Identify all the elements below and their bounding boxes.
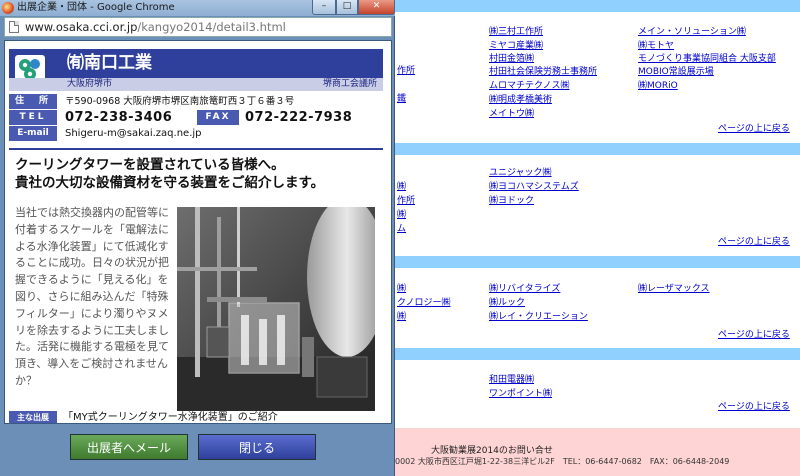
exhibitor-link[interactable]: ㈱ヨドック bbox=[489, 196, 534, 206]
page-icon bbox=[9, 21, 19, 33]
email-label: E-mail bbox=[9, 126, 57, 141]
chrome-icon bbox=[2, 2, 14, 14]
section-band bbox=[395, 0, 800, 12]
exhibit-row: 主な出展 「MY式クーリングタワー水浄化装置」のご紹介 bbox=[9, 411, 383, 423]
back-to-top-link[interactable]: ページの上に戻る bbox=[718, 124, 790, 134]
exhibitor-link[interactable]: メイン・ソリューション㈱ bbox=[638, 27, 746, 37]
exhibitor-link[interactable]: ㈱ bbox=[397, 182, 406, 192]
exhibitor-link[interactable]: モノづくり事業協同組合 大阪支部 bbox=[638, 54, 776, 64]
exhibitor-link[interactable]: ㈱レーザマックス bbox=[638, 284, 710, 294]
back-to-top-link[interactable]: ページの上に戻る bbox=[718, 237, 790, 247]
exhibitor-link[interactable]: 和田電器㈱ bbox=[489, 375, 534, 385]
maximize-button[interactable]: □ bbox=[336, 0, 358, 15]
back-to-top-link[interactable]: ページの上に戻る bbox=[718, 402, 790, 412]
exhibitor-link[interactable]: 作所 bbox=[397, 66, 415, 76]
exhibitor-link[interactable]: 村田社会保険労務士事務所 bbox=[489, 67, 597, 77]
footer-title: 大阪勧業展2014のお問い合せ bbox=[431, 446, 553, 456]
tel-row: TEL 072-238-3406 FAX 072-222-7938 bbox=[9, 110, 383, 125]
window-titlebar[interactable]: 出展企業・団体 - Google Chrome – □ ✕ bbox=[0, 0, 395, 16]
tel-label: TEL bbox=[9, 110, 57, 125]
exhibitor-link[interactable]: ㈱モトヤ bbox=[638, 41, 674, 51]
close-window-button[interactable]: ✕ bbox=[358, 0, 395, 15]
url-path: /kangyo2014/detail3.html bbox=[137, 20, 286, 34]
article-headline: クーリングタワーを設置されている皆様へ。 貴社の大切な設備資材を守る装置をご紹介… bbox=[15, 156, 383, 192]
chamber-text: 堺商工会議所 bbox=[322, 79, 377, 89]
page-footer: 大阪勧業展2014のお問い合せ 0002 大阪市西区江戸堀1-22-38三洋ビル… bbox=[395, 428, 800, 476]
exhibitor-link[interactable]: ユニジャック㈱ bbox=[489, 168, 552, 178]
exhibitor-link[interactable]: ㈱MORiO bbox=[638, 81, 678, 91]
region-text: 大阪府堺市 bbox=[67, 79, 113, 89]
url-text[interactable]: www.osaka.cci.or.jp/kangyo2014/detail3.h… bbox=[25, 21, 286, 34]
fax-label: FAX bbox=[197, 110, 239, 125]
headline-line-1: クーリングタワーを設置されている皆様へ。 bbox=[15, 157, 285, 173]
exhibitor-link[interactable]: ㈱レイ・クリエーション bbox=[489, 312, 588, 322]
exhibitor-link[interactable]: ㈱ルック bbox=[489, 298, 525, 308]
article-body: 当社では熱交換器内の配管等に付着するスケールを「電解法による水浄化装置」にて低減… bbox=[15, 206, 169, 387]
exhibitor-link[interactable]: クノロジー㈱ bbox=[397, 298, 450, 308]
exhibitor-link[interactable]: ㈱三村工作所 bbox=[489, 27, 543, 37]
exhibitor-link[interactable]: メイトウ㈱ bbox=[489, 109, 534, 119]
minimize-button[interactable]: – bbox=[312, 0, 336, 15]
popup-content: ㈲南口工業 大阪府堺市 堺商工会議所 住 所 〒590-0968 大阪府堺市堺区… bbox=[4, 40, 392, 424]
url-host: www.osaka.cci.or.jp bbox=[25, 20, 138, 34]
exhibit-title: 「MY式クーリングタワー水浄化装置」のご紹介 bbox=[63, 412, 278, 423]
popup-window: 出展企業・団体 - Google Chrome – □ ✕ www.osaka.… bbox=[0, 0, 395, 476]
divider bbox=[9, 148, 383, 150]
footer-address: 0002 大阪市西区江戸堀1-22-38三洋ビル2F TEL：06-6447-0… bbox=[395, 457, 730, 466]
exhibitor-link[interactable]: ワンポイント㈱ bbox=[489, 389, 552, 399]
exhibit-label: 主な出展 bbox=[9, 411, 57, 423]
section-band bbox=[395, 256, 800, 268]
close-button[interactable]: 閉じる bbox=[198, 434, 316, 460]
email-exhibitor-button[interactable]: 出展者へメール bbox=[70, 434, 188, 460]
fax-value: 072-222-7938 bbox=[245, 110, 353, 125]
exhibitor-link[interactable]: ㈱ bbox=[397, 312, 406, 322]
product-photo bbox=[177, 207, 375, 411]
address-label: 住 所 bbox=[9, 94, 57, 109]
email-row: E-mail Shigeru-m@sakai.zaq.ne.jp bbox=[9, 126, 383, 141]
region-row: 大阪府堺市 堺商工会議所 bbox=[9, 78, 383, 91]
exhibitor-link[interactable]: ㈱明成孝橋美術 bbox=[489, 95, 552, 105]
window-title: 出展企業・団体 - Google Chrome bbox=[17, 2, 175, 13]
exhibitor-link[interactable]: 作所 bbox=[397, 196, 415, 206]
address-value: 〒590-0968 大阪府堺市堺区南旅篭町西３丁６番３号 bbox=[65, 96, 295, 107]
exhibitor-link[interactable]: ㈱ヨコハマシステムズ bbox=[489, 182, 579, 192]
section-band bbox=[395, 143, 800, 155]
tel-value: 072-238-3406 bbox=[65, 110, 173, 125]
exhibitor-link[interactable]: MOBIO常設展示場 bbox=[638, 67, 714, 77]
section-band bbox=[395, 348, 800, 360]
back-to-top-link[interactable]: ページの上に戻る bbox=[718, 330, 790, 340]
company-name: ㈲南口工業 bbox=[67, 53, 152, 73]
headline-line-2: 貴社の大切な設備資材を守る装置をご紹介します。 bbox=[15, 175, 325, 191]
exhibitor-link[interactable]: ム bbox=[397, 224, 406, 234]
exhibitor-link[interactable]: ㈱ bbox=[397, 210, 406, 220]
exhibitor-link[interactable]: 村田金箔㈱ bbox=[489, 54, 534, 64]
address-row: 住 所 〒590-0968 大阪府堺市堺区南旅篭町西３丁６番３号 bbox=[9, 94, 383, 109]
exhibitor-link[interactable]: ムロマチテクノス㈱ bbox=[489, 81, 569, 91]
exhibitor-link[interactable]: 鐵 bbox=[397, 94, 406, 104]
address-bar[interactable]: www.osaka.cci.or.jp/kangyo2014/detail3.h… bbox=[4, 17, 392, 37]
exhibitor-link[interactable]: ミヤコ産業㈱ bbox=[489, 41, 543, 51]
exhibitor-link[interactable]: ㈱リバイタライズ bbox=[489, 284, 560, 294]
email-value[interactable]: Shigeru-m@sakai.zaq.ne.jp bbox=[65, 126, 202, 141]
exhibitor-link[interactable]: ㈱ bbox=[397, 284, 406, 294]
